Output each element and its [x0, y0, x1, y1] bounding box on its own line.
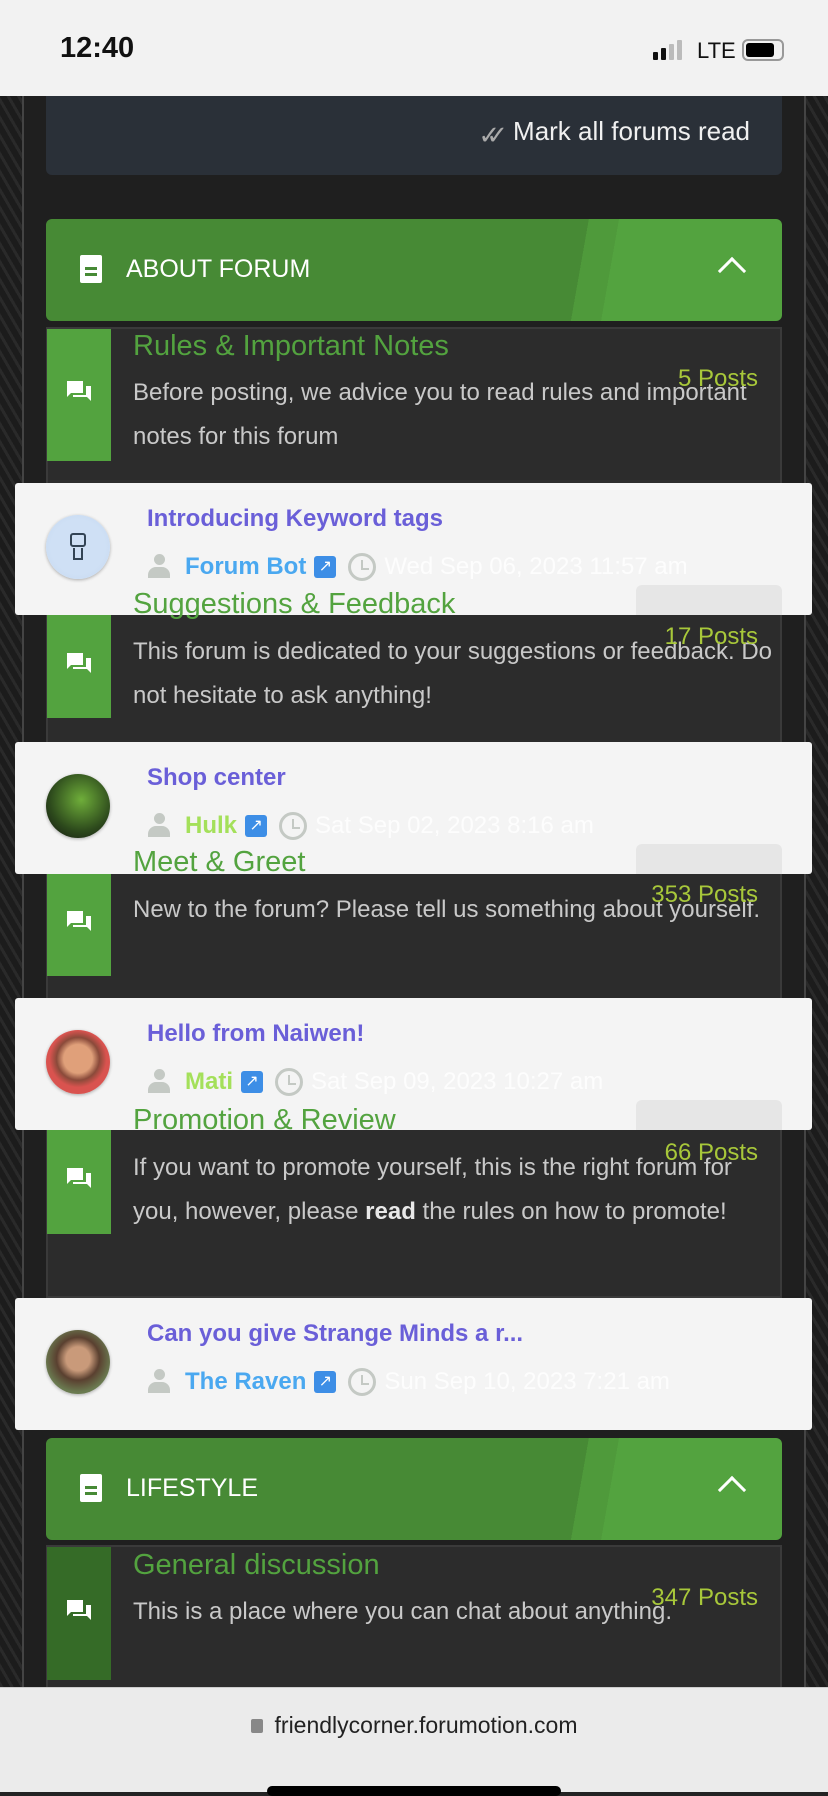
chat-icon	[67, 652, 91, 673]
page-background-right	[806, 96, 828, 1687]
clock-icon	[279, 812, 308, 840]
forum-title-link[interactable]: Rules & Important Notes	[133, 330, 449, 363]
username-link[interactable]: The Raven	[185, 1368, 306, 1396]
last-post-topic-link[interactable]: Shop center	[147, 764, 286, 792]
forum-post-count: 5 Posts	[677, 365, 758, 392]
double-check-icon: ✓✓	[478, 120, 507, 150]
last-post-card: Can you give Strange Minds a r... The Ra…	[15, 1298, 812, 1430]
status-bar: 12:40 LTE	[0, 0, 828, 96]
username-link[interactable]: Forum Bot	[185, 553, 306, 581]
desc-bold: read	[365, 1198, 416, 1225]
external-link-icon[interactable]: ↗	[245, 815, 268, 837]
chat-icon	[67, 1599, 91, 1620]
chat-icon	[67, 910, 91, 931]
forum-title-link[interactable]: Suggestions & Feedback	[133, 588, 455, 621]
clock-icon	[275, 1068, 303, 1096]
user-icon	[147, 1069, 171, 1095]
forum-icon-cell	[47, 873, 111, 976]
username-link[interactable]: Hulk	[185, 812, 237, 840]
category-header-lifestyle[interactable]: LIFESTYLE	[46, 1438, 782, 1540]
avatar[interactable]	[46, 1030, 110, 1094]
post-date: Sun Sep 10, 2023 7:21 am	[384, 1368, 670, 1395]
mark-all-bar: ✓✓ Mark all forums read	[46, 96, 782, 175]
desc-text: the rules on how to promote!	[415, 1198, 727, 1225]
chevron-up-icon[interactable]	[717, 256, 747, 286]
forum-post-count: 66 Posts	[664, 1139, 758, 1166]
clock-icon	[348, 1368, 377, 1396]
home-indicator[interactable]	[267, 1786, 561, 1796]
forum-title-link[interactable]: Meet & Greet	[133, 846, 305, 879]
document-icon	[80, 255, 102, 283]
mark-all-forums-read-link[interactable]: Mark all forums read	[513, 116, 750, 147]
forum-post-count: 347 Posts	[651, 1584, 758, 1611]
page-background-left	[0, 96, 22, 1687]
external-link-icon[interactable]: ↗	[241, 1071, 263, 1093]
status-time: 12:40	[60, 32, 135, 64]
stat-box	[636, 585, 782, 615]
external-link-icon[interactable]: ↗	[314, 1371, 337, 1393]
user-icon	[147, 813, 171, 839]
post-date: Sat Sep 02, 2023 8:16 am	[315, 812, 594, 839]
chat-icon	[67, 1167, 91, 1188]
stat-box	[636, 1100, 782, 1130]
document-icon	[80, 1474, 102, 1502]
last-post-topic-link[interactable]: Hello from Naiwen!	[147, 1020, 364, 1048]
url-text[interactable]: friendlycorner.forumotion.com	[275, 1712, 578, 1738]
signal-icon	[653, 40, 682, 60]
network-label: LTE	[697, 38, 736, 63]
external-link-icon[interactable]: ↗	[314, 556, 337, 578]
last-post-topic-link[interactable]: Can you give Strange Minds a r...	[147, 1320, 523, 1348]
chevron-up-icon[interactable]	[717, 1475, 747, 1505]
category-header-about-forum[interactable]: ABOUT FORUM	[46, 219, 782, 321]
forum-title-link[interactable]: General discussion	[133, 1549, 380, 1582]
category-title: LIFESTYLE	[126, 1474, 258, 1502]
post-date: Sat Sep 09, 2023 10:27 am	[311, 1068, 604, 1095]
avatar[interactable]	[46, 515, 110, 579]
forum-icon-cell	[47, 1129, 111, 1234]
browser-address-bar[interactable]: friendlycorner.forumotion.com	[0, 1687, 828, 1796]
category-title: ABOUT FORUM	[126, 255, 311, 283]
forum-icon-cell	[47, 1547, 111, 1680]
clock-icon	[348, 553, 377, 581]
forum-post-count: 17 Posts	[664, 623, 758, 650]
avatar[interactable]	[46, 1330, 110, 1394]
user-icon	[147, 554, 171, 580]
user-icon	[147, 1369, 171, 1395]
forum-title-link[interactable]: Promotion & Review	[133, 1104, 396, 1137]
chat-icon	[67, 381, 91, 401]
forum-icon-cell	[47, 329, 111, 461]
avatar[interactable]	[46, 774, 110, 838]
forum-icon-cell	[47, 615, 111, 718]
post-date: Wed Sep 06, 2023 11:57 am	[384, 553, 688, 580]
forum-post-count: 353 Posts	[651, 881, 758, 908]
stat-box	[636, 844, 782, 874]
last-post-topic-link[interactable]: Introducing Keyword tags	[147, 505, 443, 533]
lock-icon	[250, 1719, 263, 1733]
battery-icon	[742, 39, 784, 61]
username-link[interactable]: Mati	[185, 1068, 233, 1096]
